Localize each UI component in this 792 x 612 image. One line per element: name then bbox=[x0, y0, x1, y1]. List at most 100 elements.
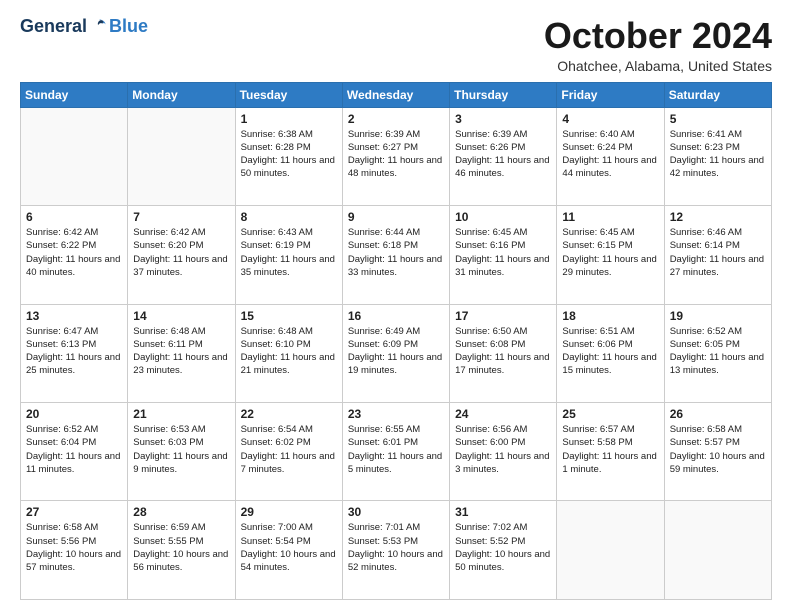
day-number: 8 bbox=[241, 210, 337, 224]
calendar-cell: 27 Sunrise: 6:58 AM Sunset: 5:56 PM Dayli… bbox=[21, 501, 128, 600]
calendar-cell: 6 Sunrise: 6:42 AM Sunset: 6:22 PM Daylig… bbox=[21, 206, 128, 304]
calendar-cell: 14 Sunrise: 6:48 AM Sunset: 6:11 PM Dayli… bbox=[128, 304, 235, 402]
calendar-cell bbox=[21, 107, 128, 205]
cell-details: Sunrise: 6:41 AM Sunset: 6:23 PM Dayligh… bbox=[670, 128, 766, 181]
calendar-cell: 9 Sunrise: 6:44 AM Sunset: 6:18 PM Daylig… bbox=[342, 206, 449, 304]
calendar-cell: 3Sunrise: 6:39 AM Sunset: 6:26 PM Daylig… bbox=[450, 107, 557, 205]
calendar-table: SundayMondayTuesdayWednesdayThursdayFrid… bbox=[20, 82, 772, 600]
calendar-cell: 13 Sunrise: 6:47 AM Sunset: 6:13 PM Dayli… bbox=[21, 304, 128, 402]
day-number: 26 bbox=[670, 407, 766, 421]
day-number: 11 bbox=[562, 210, 658, 224]
cell-details: Sunrise: 6:52 AM Sunset: 6:04 PM Dayligh… bbox=[26, 423, 122, 476]
day-of-week-header: Friday bbox=[557, 82, 664, 107]
cell-details: Sunrise: 6:53 AM Sunset: 6:03 PM Dayligh… bbox=[133, 423, 229, 476]
day-number: 20 bbox=[26, 407, 122, 421]
day-of-week-header: Monday bbox=[128, 82, 235, 107]
cell-details: Sunrise: 6:43 AM Sunset: 6:19 PM Dayligh… bbox=[241, 226, 337, 279]
calendar-cell: 22 Sunrise: 6:54 AM Sunset: 6:02 PM Dayli… bbox=[235, 403, 342, 501]
calendar-cell: 5Sunrise: 6:41 AM Sunset: 6:23 PM Daylig… bbox=[664, 107, 771, 205]
cell-details: Sunrise: 6:54 AM Sunset: 6:02 PM Dayligh… bbox=[241, 423, 337, 476]
calendar-cell: 24 Sunrise: 6:56 AM Sunset: 6:00 PM Dayli… bbox=[450, 403, 557, 501]
day-number: 24 bbox=[455, 407, 551, 421]
cell-details: Sunrise: 6:56 AM Sunset: 6:00 PM Dayligh… bbox=[455, 423, 551, 476]
logo-blue-text: Blue bbox=[109, 17, 148, 35]
calendar-cell: 29Sunrise: 7:00 AM Sunset: 5:54 PM Dayli… bbox=[235, 501, 342, 600]
calendar-cell: 17 Sunrise: 6:50 AM Sunset: 6:08 PM Dayli… bbox=[450, 304, 557, 402]
cell-details: Sunrise: 6:48 AM Sunset: 6:10 PM Dayligh… bbox=[241, 325, 337, 378]
calendar-week-row: 1Sunrise: 6:38 AM Sunset: 6:28 PM Daylig… bbox=[21, 107, 772, 205]
day-number: 14 bbox=[133, 309, 229, 323]
cell-details: Sunrise: 6:58 AM Sunset: 5:56 PM Dayligh… bbox=[26, 521, 122, 574]
calendar-cell: 25 Sunrise: 6:57 AM Sunset: 5:58 PM Dayli… bbox=[557, 403, 664, 501]
cell-details: Sunrise: 6:59 AM Sunset: 5:55 PM Dayligh… bbox=[133, 521, 229, 574]
cell-details: Sunrise: 6:51 AM Sunset: 6:06 PM Dayligh… bbox=[562, 325, 658, 378]
calendar-week-row: 27 Sunrise: 6:58 AM Sunset: 5:56 PM Dayli… bbox=[21, 501, 772, 600]
day-number: 16 bbox=[348, 309, 444, 323]
cell-details: Sunrise: 7:02 AM Sunset: 5:52 PM Dayligh… bbox=[455, 521, 551, 574]
day-number: 10 bbox=[455, 210, 551, 224]
calendar-cell: 4 Sunrise: 6:40 AM Sunset: 6:24 PM Daylig… bbox=[557, 107, 664, 205]
calendar-cell: 21Sunrise: 6:53 AM Sunset: 6:03 PM Dayli… bbox=[128, 403, 235, 501]
cell-details: Sunrise: 6:47 AM Sunset: 6:13 PM Dayligh… bbox=[26, 325, 122, 378]
calendar-cell: 26 Sunrise: 6:58 AM Sunset: 5:57 PM Dayli… bbox=[664, 403, 771, 501]
cell-details: Sunrise: 6:48 AM Sunset: 6:11 PM Dayligh… bbox=[133, 325, 229, 378]
day-of-week-header: Wednesday bbox=[342, 82, 449, 107]
day-number: 7 bbox=[133, 210, 229, 224]
day-number: 22 bbox=[241, 407, 337, 421]
calendar-cell: 20 Sunrise: 6:52 AM Sunset: 6:04 PM Dayli… bbox=[21, 403, 128, 501]
day-number: 18 bbox=[562, 309, 658, 323]
day-number: 27 bbox=[26, 505, 122, 519]
calendar-week-row: 20 Sunrise: 6:52 AM Sunset: 6:04 PM Dayli… bbox=[21, 403, 772, 501]
page-header: General Blue October 2024 Ohatchee, Alab… bbox=[20, 16, 772, 74]
day-number: 12 bbox=[670, 210, 766, 224]
day-number: 6 bbox=[26, 210, 122, 224]
cell-details: Sunrise: 7:00 AM Sunset: 5:54 PM Dayligh… bbox=[241, 521, 337, 574]
calendar-cell: 10 Sunrise: 6:45 AM Sunset: 6:16 PM Dayli… bbox=[450, 206, 557, 304]
calendar-cell: 11 Sunrise: 6:45 AM Sunset: 6:15 PM Dayli… bbox=[557, 206, 664, 304]
day-of-week-header: Thursday bbox=[450, 82, 557, 107]
title-block: October 2024 Ohatchee, Alabama, United S… bbox=[544, 16, 772, 74]
cell-details: Sunrise: 6:42 AM Sunset: 6:22 PM Dayligh… bbox=[26, 226, 122, 279]
calendar-cell: 8 Sunrise: 6:43 AM Sunset: 6:19 PM Daylig… bbox=[235, 206, 342, 304]
logo-bird-icon bbox=[89, 16, 109, 36]
day-number: 4 bbox=[562, 112, 658, 126]
day-number: 9 bbox=[348, 210, 444, 224]
cell-details: Sunrise: 7:01 AM Sunset: 5:53 PM Dayligh… bbox=[348, 521, 444, 574]
day-number: 15 bbox=[241, 309, 337, 323]
calendar-cell bbox=[664, 501, 771, 600]
cell-details: Sunrise: 6:39 AM Sunset: 6:26 PM Dayligh… bbox=[455, 128, 551, 181]
cell-details: Sunrise: 6:50 AM Sunset: 6:08 PM Dayligh… bbox=[455, 325, 551, 378]
cell-details: Sunrise: 6:58 AM Sunset: 5:57 PM Dayligh… bbox=[670, 423, 766, 476]
calendar-cell: 16Sunrise: 6:49 AM Sunset: 6:09 PM Dayli… bbox=[342, 304, 449, 402]
logo-general-text: General bbox=[20, 17, 87, 35]
calendar-cell: 1Sunrise: 6:38 AM Sunset: 6:28 PM Daylig… bbox=[235, 107, 342, 205]
day-number: 19 bbox=[670, 309, 766, 323]
cell-details: Sunrise: 6:45 AM Sunset: 6:16 PM Dayligh… bbox=[455, 226, 551, 279]
cell-details: Sunrise: 6:55 AM Sunset: 6:01 PM Dayligh… bbox=[348, 423, 444, 476]
month-title: October 2024 bbox=[544, 16, 772, 56]
day-number: 1 bbox=[241, 112, 337, 126]
day-of-week-header: Saturday bbox=[664, 82, 771, 107]
calendar-cell: 19Sunrise: 6:52 AM Sunset: 6:05 PM Dayli… bbox=[664, 304, 771, 402]
day-number: 31 bbox=[455, 505, 551, 519]
cell-details: Sunrise: 6:42 AM Sunset: 6:20 PM Dayligh… bbox=[133, 226, 229, 279]
cell-details: Sunrise: 6:57 AM Sunset: 5:58 PM Dayligh… bbox=[562, 423, 658, 476]
calendar-cell: 31 Sunrise: 7:02 AM Sunset: 5:52 PM Dayli… bbox=[450, 501, 557, 600]
cell-details: Sunrise: 6:46 AM Sunset: 6:14 PM Dayligh… bbox=[670, 226, 766, 279]
day-number: 17 bbox=[455, 309, 551, 323]
calendar-week-row: 13 Sunrise: 6:47 AM Sunset: 6:13 PM Dayli… bbox=[21, 304, 772, 402]
cell-details: Sunrise: 6:39 AM Sunset: 6:27 PM Dayligh… bbox=[348, 128, 444, 181]
calendar-cell: 18 Sunrise: 6:51 AM Sunset: 6:06 PM Dayli… bbox=[557, 304, 664, 402]
day-number: 28 bbox=[133, 505, 229, 519]
day-number: 13 bbox=[26, 309, 122, 323]
calendar-page: General Blue October 2024 Ohatchee, Alab… bbox=[0, 0, 792, 612]
cell-details: Sunrise: 6:45 AM Sunset: 6:15 PM Dayligh… bbox=[562, 226, 658, 279]
cell-details: Sunrise: 6:44 AM Sunset: 6:18 PM Dayligh… bbox=[348, 226, 444, 279]
calendar-cell bbox=[128, 107, 235, 205]
day-number: 25 bbox=[562, 407, 658, 421]
calendar-cell: 7 Sunrise: 6:42 AM Sunset: 6:20 PM Daylig… bbox=[128, 206, 235, 304]
cell-details: Sunrise: 6:40 AM Sunset: 6:24 PM Dayligh… bbox=[562, 128, 658, 181]
calendar-week-row: 6 Sunrise: 6:42 AM Sunset: 6:22 PM Daylig… bbox=[21, 206, 772, 304]
calendar-cell: 28 Sunrise: 6:59 AM Sunset: 5:55 PM Dayli… bbox=[128, 501, 235, 600]
calendar-cell bbox=[557, 501, 664, 600]
